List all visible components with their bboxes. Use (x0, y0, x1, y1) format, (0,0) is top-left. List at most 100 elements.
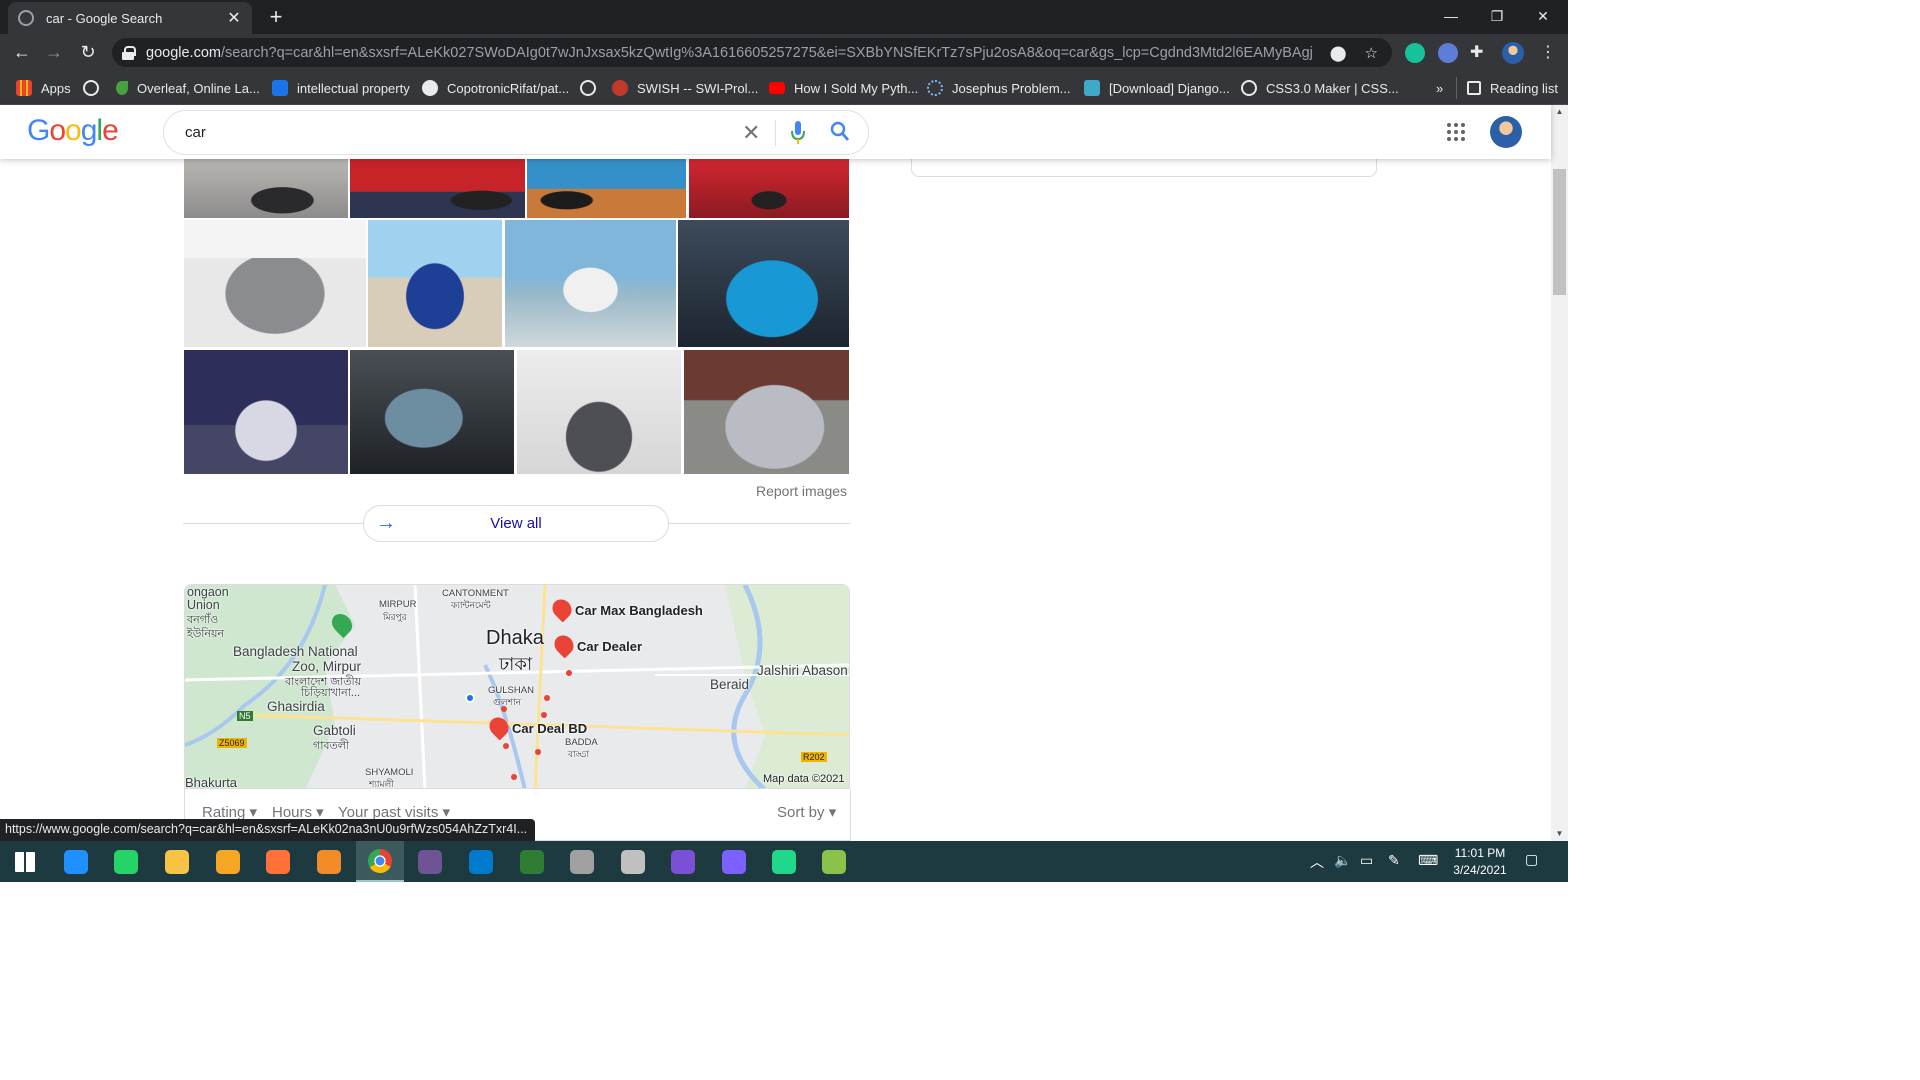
sort-by-dropdown[interactable]: Sort by ▾ (777, 803, 836, 821)
taskbar-item[interactable] (305, 841, 353, 882)
taskbar-item[interactable] (710, 841, 758, 882)
clear-search-icon[interactable]: ✕ (742, 120, 760, 146)
map-dot[interactable] (544, 695, 550, 701)
place-label[interactable]: Car Dealer (577, 639, 642, 654)
taskbar-item[interactable] (254, 841, 302, 882)
car-image[interactable] (350, 159, 525, 218)
map-dot[interactable] (535, 749, 541, 755)
firefox-icon (266, 849, 290, 874)
place-label[interactable]: Car Deal BD (512, 721, 587, 736)
bookmark-item[interactable] (83, 77, 108, 99)
pen-icon[interactable]: ✎ (1388, 852, 1400, 869)
car-image[interactable] (184, 350, 348, 474)
url-text[interactable]: google.com/search?q=car&hl=en&sxsrf=ALeK… (146, 45, 1312, 61)
taskbar-item[interactable] (52, 841, 100, 882)
bookmark-item[interactable]: SWISH -- SWI-Prol... (612, 77, 758, 99)
taskbar-item[interactable] (356, 841, 404, 882)
bookmark-item[interactable]: CSS3.0 Maker | CSS... (1241, 77, 1399, 99)
car-image[interactable] (505, 220, 676, 347)
taskbar-item[interactable] (558, 841, 606, 882)
minimize-icon[interactable]: — (1428, 0, 1474, 32)
car-image[interactable] (184, 159, 348, 218)
local-results-map[interactable]: ongaon Union বনগাঁও ইউনিয়ন MIRPUR মিরপু… (184, 584, 850, 789)
volume-icon[interactable]: 🔈 (1334, 852, 1351, 869)
map-label: MIRPUR (379, 599, 417, 610)
forward-icon[interactable]: → (40, 38, 68, 66)
scroll-up-icon[interactable]: ▲ (1551, 105, 1568, 119)
grammarly-icon[interactable] (1405, 43, 1425, 63)
car-image[interactable] (517, 350, 681, 474)
voice-search-icon[interactable] (791, 121, 805, 145)
taskbar-item[interactable] (508, 841, 556, 882)
close-tab-icon[interactable]: ✕ (226, 8, 242, 28)
taskbar-item[interactable] (810, 841, 858, 882)
bookmark-item[interactable]: intellectual property (272, 77, 410, 99)
car-image[interactable] (368, 220, 502, 347)
search-icon[interactable] (830, 121, 850, 143)
vscode-icon (469, 849, 493, 874)
taskbar-item[interactable] (153, 841, 201, 882)
report-images-link[interactable]: Report images (756, 483, 847, 499)
extension-icon[interactable] (1438, 43, 1458, 63)
map-dot[interactable] (501, 706, 507, 712)
reading-list-button[interactable]: Reading list (1456, 77, 1558, 99)
search-input[interactable]: car (185, 124, 206, 141)
bookmark-item[interactable]: How I Sold My Pyth... (769, 77, 918, 99)
network-icon[interactable]: ▭ (1360, 852, 1373, 869)
map-dot[interactable] (541, 712, 547, 718)
bookmark-star-icon[interactable]: ☆ (1365, 44, 1378, 62)
place-label[interactable]: Car Max Bangladesh (575, 603, 703, 618)
puzzle-icon[interactable]: ✚ (1470, 42, 1490, 62)
new-tab-button[interactable]: + (264, 5, 288, 29)
back-icon[interactable]: ← (8, 38, 36, 66)
car-image[interactable] (678, 220, 849, 347)
map-label: Gabtoli (313, 723, 356, 738)
tray-expand-icon[interactable]: ︿ (1310, 852, 1324, 872)
location-pin-icon[interactable]: ⬤ (1330, 44, 1347, 62)
bookmark-item[interactable]: Josephus Problem... (927, 77, 1071, 99)
taskbar-item[interactable] (204, 841, 252, 882)
bookmark-item[interactable]: CopotronicRifat/pat... (422, 77, 569, 99)
close-window-icon[interactable]: ✕ (1520, 0, 1566, 32)
search-box[interactable]: car ✕ (163, 110, 869, 155)
taskbar-item[interactable] (760, 841, 808, 882)
car-image[interactable] (684, 350, 849, 474)
map-dot[interactable] (566, 670, 572, 676)
google-apps-icon[interactable] (1447, 123, 1465, 141)
notifications-icon[interactable]: ▢ (1525, 851, 1538, 868)
bookmark-item[interactable]: [Download] Django... (1084, 77, 1230, 99)
keyboard-icon[interactable]: ⌨ (1418, 852, 1438, 869)
scrollbar-thumb[interactable] (1553, 169, 1566, 295)
map-attribution[interactable]: Map data ©2021 (763, 773, 845, 785)
taskbar-item[interactable] (457, 841, 505, 882)
bookmarks-overflow-button[interactable]: » (1436, 77, 1443, 99)
address-bar[interactable]: google.com/search?q=car&hl=en&sxsrf=ALeK… (112, 38, 1392, 67)
browser-tab[interactable]: car - Google Search ✕ (8, 2, 252, 34)
page-scrollbar[interactable]: ▲ ▼ (1551, 105, 1568, 841)
profile-avatar[interactable] (1502, 42, 1524, 64)
bookmark-item[interactable]: Apps (16, 77, 71, 99)
taskbar-clock[interactable]: 11:01 PM 3/24/2021 (1440, 845, 1520, 879)
car-image[interactable] (184, 220, 366, 347)
bookmark-item[interactable] (580, 77, 605, 99)
taskbar-item[interactable] (406, 841, 454, 882)
google-logo[interactable]: Google (27, 114, 119, 148)
car-image[interactable] (350, 350, 514, 474)
kebab-menu-icon[interactable]: ⋮ (1540, 42, 1560, 62)
map-dot[interactable] (503, 743, 509, 749)
bookmark-item[interactable]: Overleaf, Online La... (116, 77, 260, 99)
map-label: Beraid (710, 677, 750, 692)
scroll-down-icon[interactable]: ▼ (1551, 827, 1568, 841)
lock-icon[interactable] (122, 45, 136, 60)
account-avatar[interactable] (1490, 116, 1522, 148)
taskbar-item[interactable] (609, 841, 657, 882)
taskbar-item[interactable] (659, 841, 707, 882)
taskbar-item[interactable] (102, 841, 150, 882)
map-dot[interactable] (511, 774, 517, 780)
car-image[interactable] (527, 159, 686, 218)
reload-icon[interactable]: ↻ (74, 38, 102, 66)
restore-icon[interactable]: ❐ (1474, 0, 1520, 32)
car-image[interactable] (689, 159, 849, 218)
view-all-button[interactable]: → View all (363, 505, 669, 542)
taskbar-item[interactable] (1, 841, 49, 882)
